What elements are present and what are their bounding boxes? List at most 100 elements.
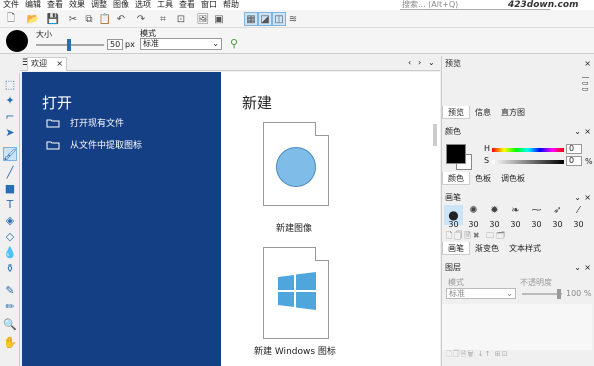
h-label: H: [484, 144, 491, 153]
close-icon[interactable]: ×: [584, 192, 591, 204]
menu-item[interactable]: 调整: [88, 0, 110, 10]
layer-mode-select[interactable]: 标准 ⌄: [446, 288, 516, 299]
close-icon[interactable]: ×: [584, 58, 591, 70]
menu-item[interactable]: 查看: [176, 0, 198, 10]
tab-swatches[interactable]: 色板: [470, 172, 496, 185]
undo-icon[interactable]: ↶: [114, 12, 128, 26]
s-label: S: [484, 156, 490, 165]
crop-tool-icon[interactable]: ⌐: [3, 109, 17, 123]
eraser-icon[interactable]: ◇: [3, 229, 17, 243]
layer-opacity-thumb[interactable]: [557, 289, 561, 299]
pixel-grid-icon[interactable]: ▦: [244, 12, 258, 26]
opacity-number: 100: [566, 289, 582, 298]
crop-icon[interactable]: ⌗: [156, 12, 170, 26]
antialias-icon[interactable]: ◪: [258, 12, 272, 26]
paste-icon[interactable]: 📋: [98, 12, 112, 26]
layer-actions-icon[interactable]: 🗋🗍🗎🗑 ↓↑ ⊞⊡: [446, 350, 508, 361]
paintbrush-icon[interactable]: 🖌: [3, 147, 17, 161]
size-unit: px: [125, 40, 135, 49]
pencil-icon[interactable]: ✏: [3, 299, 17, 313]
tab-brush[interactable]: 画笔: [442, 242, 470, 255]
move-tool-icon[interactable]: ➤: [3, 125, 17, 139]
open-existing-link[interactable]: 打开现有文件: [46, 116, 124, 129]
mode-select[interactable]: 标准 ⌄: [140, 38, 222, 50]
opacity-unit: %: [583, 289, 592, 298]
watermark: 423down.com: [508, 0, 579, 10]
tab-label: 欢迎: [31, 59, 47, 68]
save-icon[interactable]: 💾: [46, 12, 60, 26]
menu-item[interactable]: 窗口: [198, 0, 220, 10]
tab-text-styles[interactable]: 文本样式: [504, 242, 546, 255]
size-slider-thumb[interactable]: [67, 39, 71, 51]
scrollbar-thumb[interactable]: [433, 124, 437, 146]
welcome-new-pane: 新建 新建图像 新建 Windows 图标: [221, 72, 440, 366]
blur-tool-icon[interactable]: 💧: [3, 245, 17, 259]
clone-stamp-icon[interactable]: ⚱: [3, 261, 17, 275]
color-picker-icon[interactable]: ✎: [3, 283, 17, 297]
menu-item[interactable]: 文件: [0, 0, 22, 10]
preview-zoom-icon[interactable]: ― ▭ ▭: [582, 74, 592, 102]
chevron-down-icon[interactable]: ⌄: [574, 192, 581, 204]
hue-slider[interactable]: [492, 148, 564, 152]
brush-size: 30: [468, 220, 479, 229]
image-new-icon[interactable]: ▣: [212, 12, 226, 26]
saturation-slider[interactable]: [492, 160, 564, 164]
rectangle-select-icon[interactable]: ⬚: [3, 77, 17, 91]
cut-icon[interactable]: ✂: [66, 12, 80, 26]
tab-histogram[interactable]: 直方图: [496, 106, 530, 119]
layer-mode-label: 模式: [448, 278, 464, 287]
menu-item[interactable]: 帮助: [220, 0, 242, 10]
zoom-icon[interactable]: 🔍: [3, 317, 17, 331]
tab-preview[interactable]: 预览: [442, 106, 470, 119]
layer-opacity-slider[interactable]: [522, 293, 562, 295]
hue-input[interactable]: 0: [566, 144, 582, 154]
tab-palette[interactable]: 调色板: [496, 172, 530, 185]
tab-color[interactable]: 颜色: [442, 172, 470, 185]
chevron-down-icon[interactable]: ⌄: [574, 262, 581, 274]
image-icon[interactable]: 🖼: [196, 12, 210, 26]
redo-icon[interactable]: ↷: [134, 12, 148, 26]
rectangle-tool-icon[interactable]: ■: [3, 181, 17, 195]
menu-item[interactable]: 工具: [154, 0, 176, 10]
tab-scroll-left-icon[interactable]: ‹: [408, 58, 411, 67]
menu-item[interactable]: 选项: [132, 0, 154, 10]
close-icon[interactable]: ×: [584, 126, 591, 138]
magic-wand-icon[interactable]: ✦: [3, 93, 17, 107]
deselect-icon[interactable]: ⊡: [174, 12, 188, 26]
primary-color-swatch[interactable]: [446, 144, 466, 164]
circle-image-icon: [276, 147, 316, 187]
preview-panel-header: 预览 ×: [442, 58, 594, 70]
windows-logo-icon: [278, 272, 316, 310]
copy-icon[interactable]: ⧉: [82, 12, 96, 26]
tab-dropdown-icon[interactable]: ⌄: [428, 58, 435, 67]
layers-title: 图层: [445, 263, 461, 272]
new-file-icon[interactable]: 🗋: [4, 12, 18, 26]
menu-item[interactable]: 编辑: [22, 0, 44, 10]
chevron-down-icon: ⌄: [506, 289, 513, 298]
menu-item[interactable]: 效果: [66, 0, 88, 10]
text-tool-icon[interactable]: T: [3, 197, 17, 211]
chevron-down-icon[interactable]: ⌄: [574, 126, 581, 138]
brush-size: 30: [531, 220, 542, 229]
tab-info[interactable]: 信息: [470, 106, 496, 119]
line-tool-icon[interactable]: ╱: [3, 165, 17, 179]
tab-welcome[interactable]: 欢迎 ×: [27, 57, 67, 71]
eyedropper-sample-icon[interactable]: ⚲: [230, 37, 238, 50]
paint-bucket-icon[interactable]: ◈: [3, 213, 17, 227]
size-input[interactable]: 50: [107, 39, 123, 50]
menu-item[interactable]: 查看: [44, 0, 66, 10]
new-windows-icon-button[interactable]: [263, 247, 329, 339]
brush-title: 画笔: [445, 193, 461, 202]
open-folder-icon[interactable]: 📂: [26, 12, 40, 26]
new-image-button[interactable]: [263, 122, 329, 206]
close-icon[interactable]: ×: [584, 262, 591, 274]
menu-item[interactable]: 图像: [110, 0, 132, 10]
hand-pan-icon[interactable]: ✋: [3, 335, 17, 349]
layers-icon[interactable]: ≋: [286, 12, 300, 26]
tab-close-icon[interactable]: ×: [56, 58, 63, 70]
tab-gradient[interactable]: 渐变色: [470, 242, 504, 255]
selection-mode-icon[interactable]: ◫: [272, 12, 286, 26]
extract-icon-link[interactable]: 从文件中提取图标: [46, 138, 142, 151]
saturation-input[interactable]: 0: [566, 156, 582, 166]
tab-scroll-right-icon[interactable]: ›: [418, 58, 421, 67]
